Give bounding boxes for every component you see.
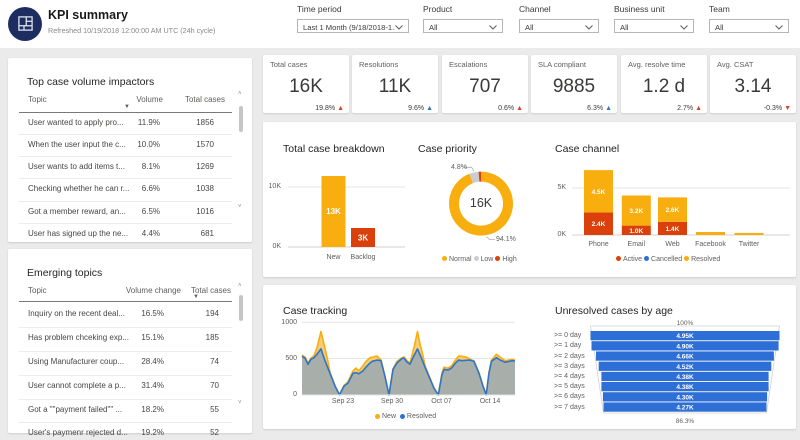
- svg-text:4.66K: 4.66K: [676, 354, 694, 361]
- svg-text:2.6K: 2.6K: [666, 207, 680, 214]
- svg-text:4.5K: 4.5K: [592, 189, 606, 196]
- svg-text:4.27K: 4.27K: [676, 405, 694, 412]
- svg-text:4.52K: 4.52K: [676, 364, 694, 371]
- svg-text:4.38K: 4.38K: [676, 374, 694, 381]
- svg-text:2.4K: 2.4K: [592, 221, 606, 228]
- svg-text:3.2K: 3.2K: [629, 208, 643, 215]
- svg-text:4.30K: 4.30K: [676, 394, 694, 401]
- svg-text:4.90K: 4.90K: [676, 343, 694, 350]
- svg-text:4.95K: 4.95K: [676, 333, 694, 340]
- svg-text:1.4K: 1.4K: [666, 226, 680, 233]
- svg-text:1.0K: 1.0K: [629, 228, 643, 235]
- svg-text:4.38K: 4.38K: [676, 384, 694, 391]
